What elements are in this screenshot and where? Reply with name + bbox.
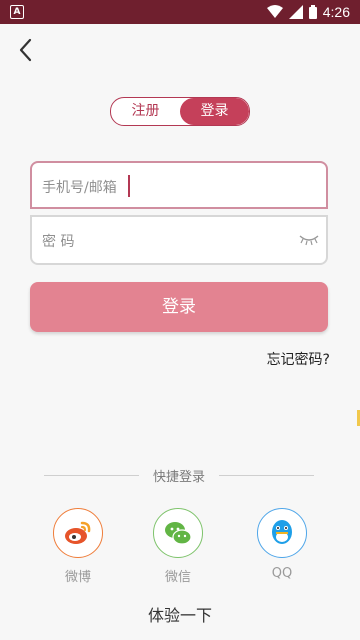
eye-closed-icon[interactable] [298, 232, 320, 246]
qq-icon [272, 520, 292, 544]
tab-register[interactable]: 注册 [111, 98, 180, 125]
weibo-label: 微博 [64, 570, 91, 585]
notification-icon: A [10, 5, 24, 19]
quick-login-divider: 快捷登录 [44, 466, 314, 485]
status-bar: A 4:26 [0, 0, 360, 24]
chevron-left-icon [19, 38, 32, 62]
weibo-icon [65, 521, 91, 544]
account-input[interactable]: 手机号/邮箱 [30, 161, 328, 209]
back-button[interactable] [14, 36, 38, 64]
qq-login-button[interactable]: QQ [256, 508, 308, 581]
status-time: 4:26 [322, 4, 350, 20]
wechat-label: 微信 [164, 570, 191, 585]
wechat-login-button[interactable]: 微信 [152, 508, 204, 585]
login-button[interactable]: 登录 [30, 282, 328, 332]
tab-login[interactable]: 登录 [180, 98, 249, 125]
password-input[interactable]: 密 码 [30, 215, 328, 265]
weibo-login-button[interactable]: 微博 [52, 508, 104, 585]
battery-icon [308, 5, 317, 19]
password-placeholder: 密 码 [42, 234, 75, 250]
wechat-icon [165, 522, 192, 545]
try-it-link[interactable]: 体验一下 [0, 602, 360, 626]
text-cursor [128, 175, 130, 197]
qq-label: QQ [271, 566, 293, 581]
account-placeholder: 手机号/邮箱 [42, 180, 117, 196]
wifi-icon [266, 5, 283, 18]
forgot-password-link[interactable]: 忘记密码? [267, 349, 330, 369]
auth-mode-toggle: 注册 登录 [110, 97, 250, 126]
signal-icon [288, 5, 303, 19]
